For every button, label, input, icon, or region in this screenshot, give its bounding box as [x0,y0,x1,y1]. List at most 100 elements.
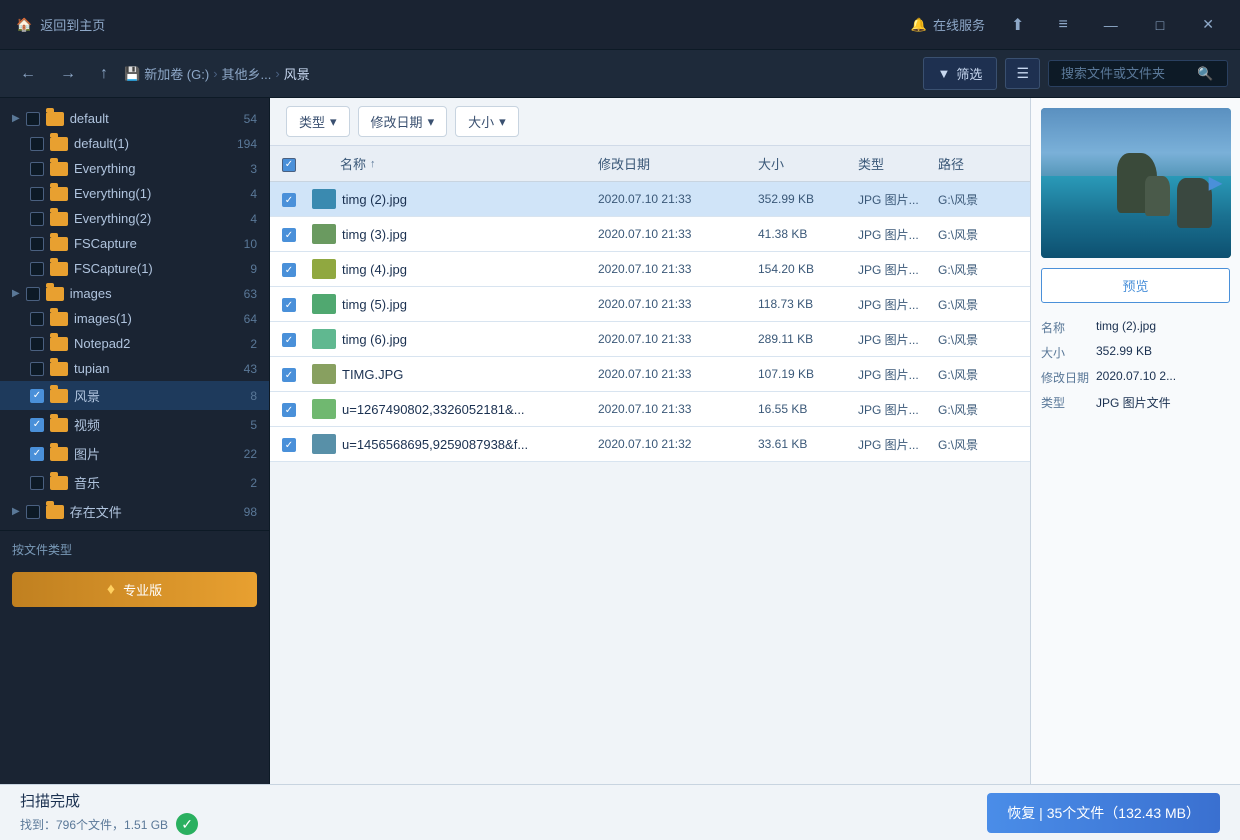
sidebar-item-default1[interactable]: default(1)194 [0,131,269,156]
sidebar-checkbox-yinyue[interactable] [30,476,44,490]
sidebar-checkbox-images[interactable] [26,287,40,301]
sidebar-checkbox-shipin[interactable] [30,418,44,432]
sidebar-item-tupian2[interactable]: 图片22 [0,439,269,468]
view-button[interactable]: ☰ [1005,58,1040,89]
sidebar-item-tupian[interactable]: tupian43 [0,356,269,381]
sidebar-checkbox-fscapture[interactable] [30,237,44,251]
file-thumbnail [312,364,336,384]
sidebar-checkbox-default[interactable] [26,112,40,126]
header-type-col[interactable]: 类型 [858,154,938,173]
back-button[interactable]: ← [12,60,44,88]
sidebar-item-yinyue[interactable]: 音乐2 [0,468,269,497]
size-filter[interactable]: 大小 ▾ [455,106,519,137]
header-size-col[interactable]: 大小 [758,154,858,173]
file-type: JPG 图片... [858,366,938,383]
file-name: timg (3).jpg [342,227,598,242]
breadcrumb: 💾 新加卷 (G:) › 其他乡... › 风景 [124,64,310,83]
search-input[interactable] [1057,61,1197,86]
filter-button[interactable]: ▼ 筛选 [923,57,998,90]
sidebar-checkbox-everything[interactable] [30,162,44,176]
sidebar-item-everything2[interactable]: Everything(2)4 [0,206,269,231]
sidebar-item-notepad2[interactable]: Notepad22 [0,331,269,356]
recover-button[interactable]: 恢复 | 35个文件（132.43 MB） [987,793,1220,833]
sidebar-item-everything1[interactable]: Everything(1)4 [0,181,269,206]
expand-icon[interactable]: ▶ [12,113,20,124]
date-filter[interactable]: 修改日期 ▾ [358,106,448,137]
folder-icon [50,418,68,432]
row-checkbox[interactable] [282,298,296,312]
table-row[interactable]: TIMG.JPG2020.07.10 21:33107.19 KBJPG 图片.… [270,357,1030,392]
row-check-cell [282,366,312,383]
sidebar-checkbox-fscapture1[interactable] [30,262,44,276]
breadcrumb-folder1[interactable]: 其他乡... [222,64,272,83]
table-row[interactable]: u=1267490802,3326052181&...2020.07.10 21… [270,392,1030,427]
header-date-col[interactable]: 修改日期 [598,154,758,173]
table-row[interactable]: timg (2).jpg2020.07.10 21:33352.99 KBJPG… [270,182,1030,217]
header-name-col[interactable]: 名称 ↑ [340,154,598,173]
file-type: JPG 图片... [858,191,938,208]
pro-button[interactable]: ♦专业版 [12,572,257,607]
sidebar-count: 98 [233,505,257,519]
forward-button[interactable]: → [52,60,84,88]
online-service-button[interactable]: 🔔 在线服务 [911,15,985,34]
sidebar-count: 43 [233,362,257,376]
sidebar-label: 图片 [74,444,227,463]
header-path-col[interactable]: 路径 [938,154,1018,173]
sidebar-checkbox-everything2[interactable] [30,212,44,226]
search-box: 🔍 [1048,60,1228,87]
expand-icon[interactable]: ▶ [12,506,20,517]
sidebar-item-fscapture[interactable]: FSCapture10 [0,231,269,256]
header-check-col[interactable]: ✓ [282,155,312,172]
home-button[interactable]: 🏠 返回到主页 [16,15,105,34]
sidebar-item-fscapture1[interactable]: FSCapture(1)9 [0,256,269,281]
row-check-cell [282,261,312,278]
row-checkbox[interactable] [282,403,296,417]
breadcrumb-drive[interactable]: 新加卷 (G:) [144,64,209,83]
row-checkbox[interactable] [282,368,296,382]
sidebar-item-shipin[interactable]: 视频5 [0,410,269,439]
play-arrow[interactable]: ▶ [1209,173,1223,194]
sidebar-item-cunchuwenjian[interactable]: ▶存在文件98 [0,497,269,526]
expand-icon[interactable]: ▶ [12,288,20,299]
minimize-button[interactable]: — [1094,13,1128,37]
sidebar-checkbox-fengjing[interactable] [30,389,44,403]
row-checkbox[interactable] [282,193,296,207]
share-button[interactable]: ⬆ [1003,11,1032,39]
sidebar-checkbox-tupian[interactable] [30,362,44,376]
table-row[interactable]: timg (5).jpg2020.07.10 21:33118.73 KBJPG… [270,287,1030,322]
sidebar-checkbox-cunchuwenjian[interactable] [26,505,40,519]
sidebar-item-default[interactable]: ▶default54 [0,106,269,131]
maximize-button[interactable]: □ [1146,13,1174,37]
by-type-label[interactable]: 按文件类型 [0,535,269,564]
table-row[interactable]: timg (4).jpg2020.07.10 21:33154.20 KBJPG… [270,252,1030,287]
sidebar-checkbox-notepad2[interactable] [30,337,44,351]
sidebar-item-fengjing[interactable]: 风景8 [0,381,269,410]
sidebar-checkbox-default1[interactable] [30,137,44,151]
folder-icon [50,237,68,251]
menu-button[interactable]: ≡ [1050,12,1075,38]
search-icon[interactable]: 🔍 [1197,66,1213,82]
table-row[interactable]: u=1456568695,9259087938&f...2020.07.10 2… [270,427,1030,462]
close-button[interactable]: ✕ [1192,12,1224,37]
row-checkbox[interactable] [282,438,296,452]
sidebar-item-everything[interactable]: Everything3 [0,156,269,181]
sidebar-label: 音乐 [74,473,227,492]
sidebar-checkbox-images1[interactable] [30,312,44,326]
sidebar-item-images[interactable]: ▶images63 [0,281,269,306]
scan-ok-icon: ✓ [176,813,198,835]
row-checkbox[interactable] [282,333,296,347]
row-checkbox[interactable] [282,228,296,242]
preview-button[interactable]: 预览 [1041,268,1230,303]
header-checkbox[interactable]: ✓ [282,158,296,172]
sort-arrow[interactable]: ↑ [370,158,376,170]
sidebar-checkbox-everything1[interactable] [30,187,44,201]
row-check-cell [282,436,312,453]
sidebar-checkbox-tupian2[interactable] [30,447,44,461]
table-row[interactable]: timg (6).jpg2020.07.10 21:33289.11 KBJPG… [270,322,1030,357]
up-button[interactable]: ↑ [92,60,116,88]
file-name: timg (6).jpg [342,332,598,347]
row-checkbox[interactable] [282,263,296,277]
sidebar-item-images1[interactable]: images(1)64 [0,306,269,331]
type-filter[interactable]: 类型 ▾ [286,106,350,137]
table-row[interactable]: timg (3).jpg2020.07.10 21:3341.38 KBJPG … [270,217,1030,252]
